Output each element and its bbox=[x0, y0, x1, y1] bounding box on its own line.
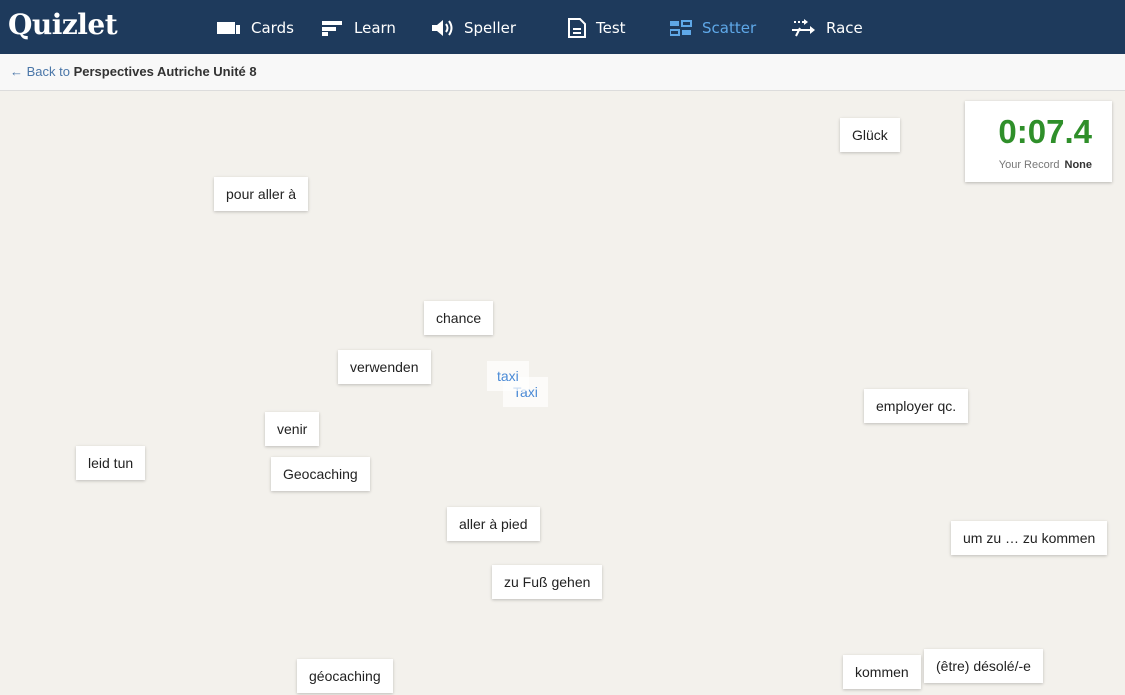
nav-test[interactable]: Test bbox=[568, 17, 626, 39]
learn-icon bbox=[322, 20, 344, 36]
breadcrumb-bar: ← Back to Perspectives Autriche Unité 8 bbox=[0, 54, 1125, 91]
term-card[interactable]: aller à pied bbox=[447, 507, 540, 541]
timer-value: 0:07.4 bbox=[998, 113, 1092, 150]
term-card[interactable]: employer qc. bbox=[864, 389, 969, 423]
nav-scatter[interactable]: Scatter bbox=[670, 17, 756, 39]
term-card[interactable]: venir bbox=[265, 412, 320, 446]
speaker-icon bbox=[432, 19, 454, 37]
cards-icon bbox=[217, 20, 241, 36]
term-card[interactable]: (être) désolé/-e bbox=[924, 649, 1043, 683]
back-link[interactable]: ← Back to bbox=[10, 64, 70, 79]
test-document-icon bbox=[568, 18, 586, 38]
term-card-matched[interactable]: taxi bbox=[487, 361, 529, 391]
top-nav: Quizlet Cards Learn Speller Test Scatter bbox=[0, 0, 1125, 54]
quizlet-logo[interactable]: Quizlet bbox=[8, 8, 118, 41]
nav-learn[interactable]: Learn bbox=[322, 17, 396, 39]
term-card[interactable]: zu Fuß gehen bbox=[492, 565, 603, 599]
record-value: None bbox=[1064, 159, 1093, 171]
term-card[interactable]: géocaching bbox=[297, 659, 393, 693]
set-name-link[interactable]: Perspectives Autriche Unité 8 bbox=[74, 64, 257, 79]
record-label: Your Record bbox=[998, 159, 1060, 171]
race-arrows-icon bbox=[790, 18, 816, 38]
term-card[interactable]: Geocaching bbox=[271, 457, 370, 491]
nav-scatter-label: Scatter bbox=[702, 19, 757, 37]
term-card[interactable]: um zu … zu kommen bbox=[951, 521, 1108, 555]
nav-cards[interactable]: Cards bbox=[217, 17, 294, 39]
term-card[interactable]: verwenden bbox=[338, 350, 431, 384]
term-card[interactable]: kommen bbox=[843, 655, 921, 689]
nav-test-label: Test bbox=[596, 19, 626, 37]
term-card[interactable]: leid tun bbox=[76, 446, 146, 480]
nav-speller-label: Speller bbox=[464, 19, 517, 37]
nav-race-label: Race bbox=[826, 19, 863, 37]
term-card[interactable]: chance bbox=[424, 301, 494, 335]
nav-cards-label: Cards bbox=[251, 19, 294, 37]
nav-learn-label: Learn bbox=[354, 19, 396, 37]
timer-panel: 0:07.4 Your Record None bbox=[965, 101, 1112, 182]
nav-speller[interactable]: Speller bbox=[432, 17, 516, 39]
nav-race[interactable]: Race bbox=[790, 17, 863, 39]
term-card[interactable]: Glück bbox=[840, 118, 900, 152]
scatter-grid-icon bbox=[670, 20, 692, 36]
record-line: Your Record None bbox=[999, 159, 1092, 171]
breadcrumb: ← Back to Perspectives Autriche Unité 8 bbox=[10, 64, 257, 79]
term-card[interactable]: pour aller à bbox=[214, 177, 309, 211]
